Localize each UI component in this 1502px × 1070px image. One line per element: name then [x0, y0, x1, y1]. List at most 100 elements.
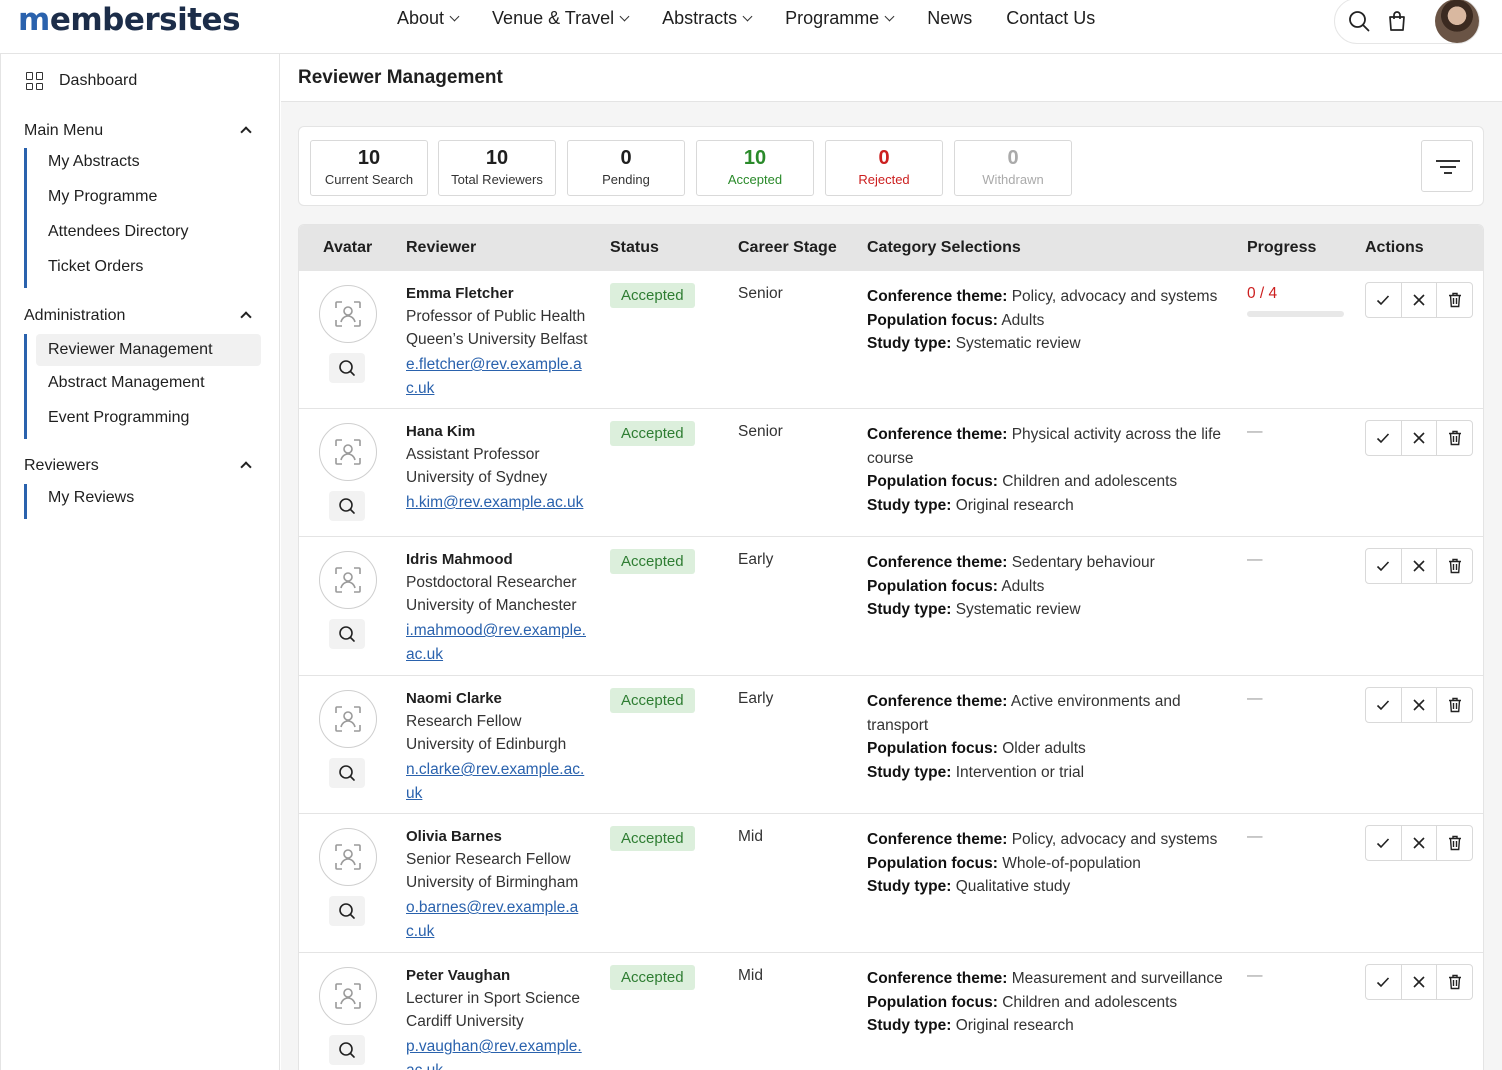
delete-button[interactable]	[1437, 549, 1472, 583]
reviewer-institution: University of Manchester	[406, 597, 577, 614]
reviewer-email-link[interactable]: h.kim@rev.example.ac.uk	[406, 491, 590, 515]
sidebar-item-my-abstracts[interactable]: My Abstracts	[27, 148, 261, 183]
close-icon	[1412, 975, 1426, 989]
sidebar-item-label: Dashboard	[59, 72, 138, 89]
reject-button[interactable]	[1402, 826, 1438, 860]
row-actions	[1365, 964, 1473, 1000]
delete-button[interactable]	[1437, 283, 1472, 317]
user-avatar[interactable]	[1435, 0, 1479, 43]
column-header: Status	[610, 239, 659, 256]
main-nav: About Venue & Travel Abstracts Programme…	[397, 8, 1129, 29]
reviewer-email-link[interactable]: o.barnes@rev.example.ac.uk	[406, 896, 590, 943]
stat-accepted[interactable]: 10 Accepted	[696, 140, 814, 196]
view-reviewer-button[interactable]	[329, 758, 365, 788]
stat-label: Rejected	[858, 172, 910, 187]
progress-text: 0 / 4	[1247, 285, 1278, 302]
stat-value: 10	[743, 147, 767, 169]
stats-bar: 10 Current Search 10 Total Reviewers 0 Pend…	[298, 126, 1484, 206]
search-icon	[329, 626, 365, 653]
reviewer-name: Idris Mahmood	[406, 551, 513, 568]
stat-label: Accepted	[727, 172, 783, 187]
view-reviewer-button[interactable]	[329, 896, 365, 926]
sidebar: Dashboard Main Menu My Abstracts My Prog…	[0, 54, 280, 1070]
career-stage: Early	[738, 690, 774, 707]
reject-button[interactable]	[1402, 283, 1438, 317]
nav-item-about[interactable]: About	[397, 8, 460, 29]
stat-value: 0	[878, 147, 890, 169]
cart-icon[interactable]	[1385, 9, 1409, 33]
sidebar-item-my-reviews[interactable]: My Reviews	[27, 484, 261, 519]
reviewer-email-link[interactable]: e.fletcher@rev.example.ac.uk	[406, 353, 590, 400]
stat-withdrawn[interactable]: 0 Withdrawn	[954, 140, 1072, 196]
accept-button[interactable]	[1366, 826, 1402, 860]
category-theme: Conference theme: Policy, advocacy and s…	[867, 288, 1218, 305]
chevron-up-icon	[240, 126, 252, 138]
reviewer-email-link[interactable]: n.clarke@rev.example.ac.uk	[406, 758, 590, 805]
row-actions	[1365, 548, 1473, 584]
reviewer-title: Postdoctoral Researcher	[406, 574, 577, 591]
nav-item-venue-travel[interactable]: Venue & Travel	[492, 8, 630, 29]
nav-item-programme[interactable]: Programme	[785, 8, 895, 29]
reject-button[interactable]	[1402, 965, 1438, 999]
reviewer-title: Lecturer in Sport Science	[406, 990, 581, 1007]
sidebar-item-abstract-management[interactable]: Abstract Management	[27, 369, 261, 404]
view-reviewer-button[interactable]	[329, 491, 365, 521]
accept-button[interactable]	[1366, 549, 1402, 583]
accept-button[interactable]	[1366, 283, 1402, 317]
chevron-up-icon	[240, 311, 252, 323]
reject-button[interactable]	[1402, 688, 1438, 722]
sidebar-section-reviewers[interactable]: Reviewers	[24, 457, 256, 475]
category-selections: Conference theme: Policy, advocacy and s…	[867, 828, 1232, 899]
trash-icon	[1448, 697, 1462, 713]
filter-button[interactable]	[1421, 140, 1473, 192]
view-reviewer-button[interactable]	[329, 1035, 365, 1065]
reviewer-institution: University of Sydney	[406, 469, 548, 486]
accept-button[interactable]	[1366, 421, 1402, 455]
delete-button[interactable]	[1437, 688, 1472, 722]
sidebar-item-attendees-directory[interactable]: Attendees Directory	[27, 218, 261, 253]
nav-item-abstracts[interactable]: Abstracts	[662, 8, 753, 29]
stat-value: 0	[620, 147, 632, 169]
sidebar-item-ticket-orders[interactable]: Ticket Orders	[27, 253, 261, 288]
check-icon	[1375, 697, 1391, 713]
stat-current-search[interactable]: 10 Current Search	[310, 140, 428, 196]
view-reviewer-button[interactable]	[329, 619, 365, 649]
sidebar-section-main-menu[interactable]: Main Menu	[24, 122, 256, 140]
reviewer-email-link[interactable]: p.vaughan@rev.example.ac.uk	[406, 1035, 590, 1070]
stat-total-reviewers[interactable]: 10 Total Reviewers	[438, 140, 556, 196]
progress-text: —	[1247, 828, 1263, 845]
category-theme: Conference theme: Measurement and survei…	[867, 970, 1223, 987]
sidebar-item-event-programming[interactable]: Event Programming	[27, 404, 261, 439]
search-icon	[329, 498, 365, 525]
chevron-down-icon	[742, 11, 753, 22]
reviewer-title: Professor of Public Health	[406, 308, 586, 325]
career-stage: Mid	[738, 828, 763, 845]
sidebar-section-administration[interactable]: Administration	[24, 307, 256, 325]
nav-item-news[interactable]: News	[927, 8, 972, 29]
accept-button[interactable]	[1366, 688, 1402, 722]
reject-button[interactable]	[1402, 421, 1438, 455]
filter-icon	[1436, 160, 1460, 174]
sidebar-item-my-programme[interactable]: My Programme	[27, 183, 261, 218]
close-icon	[1412, 559, 1426, 573]
sidebar-item-reviewer-management[interactable]: Reviewer Management	[36, 334, 261, 366]
search-icon[interactable]	[1347, 9, 1371, 33]
sidebar-item-dashboard[interactable]: Dashboard	[26, 72, 137, 90]
site-logo[interactable]: membersites	[18, 2, 241, 38]
nav-item-contact-us[interactable]: Contact Us	[1006, 8, 1095, 29]
stat-rejected[interactable]: 0 Rejected	[825, 140, 943, 196]
accept-button[interactable]	[1366, 965, 1402, 999]
status-badge: Accepted	[610, 549, 695, 574]
delete-button[interactable]	[1437, 965, 1472, 999]
delete-button[interactable]	[1437, 826, 1472, 860]
delete-button[interactable]	[1437, 421, 1472, 455]
stat-pending[interactable]: 0 Pending	[567, 140, 685, 196]
reviewer-email-link[interactable]: i.mahmood@rev.example.ac.uk	[406, 619, 590, 666]
trash-icon	[1448, 835, 1462, 851]
row-actions	[1365, 282, 1473, 318]
category-theme: Conference theme: Policy, advocacy and s…	[867, 831, 1218, 848]
reject-button[interactable]	[1402, 549, 1438, 583]
view-reviewer-button[interactable]	[329, 353, 365, 383]
check-icon	[1375, 292, 1391, 308]
avatar-placeholder	[319, 828, 377, 886]
